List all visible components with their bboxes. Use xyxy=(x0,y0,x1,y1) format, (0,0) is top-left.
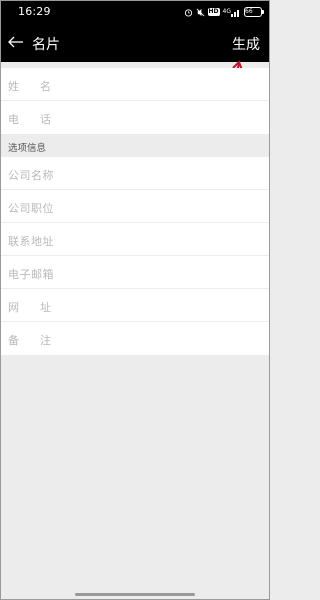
page-title: 名片 xyxy=(32,37,60,53)
signal-icon: 4G xyxy=(223,8,241,17)
notes-label: 备注 xyxy=(8,334,72,347)
email-field[interactable]: 电子邮箱 xyxy=(0,256,270,289)
phone-field[interactable]: 电话 xyxy=(0,101,270,134)
website-field[interactable]: 网址 xyxy=(0,289,270,322)
optional-section-header: 选项信息 xyxy=(0,136,270,157)
generate-button[interactable]: 生成 xyxy=(232,34,260,54)
company-position-label: 公司职位 xyxy=(8,202,54,215)
network-label: 4G xyxy=(222,8,231,15)
name-field-label: 姓名 xyxy=(8,80,72,93)
section-title: 选项信息 xyxy=(8,143,47,154)
email-label: 电子邮箱 xyxy=(8,268,54,281)
title-bar: 名片 生成 xyxy=(0,24,270,62)
status-bar: 16:29 HD 4G 66 xyxy=(0,0,270,24)
notes-field[interactable]: 备注 xyxy=(0,322,270,355)
company-name-field[interactable]: 公司名称 xyxy=(0,157,270,190)
status-icons: HD 4G 66 xyxy=(184,5,264,19)
name-field[interactable]: 姓名 xyxy=(0,68,270,101)
contact-address-field[interactable]: 联系地址 xyxy=(0,223,270,256)
back-arrow-icon xyxy=(8,36,23,48)
navigation-handle[interactable] xyxy=(75,593,195,596)
mute-icon xyxy=(196,8,205,17)
hd-icon: HD xyxy=(207,8,220,16)
phone-field-label: 电话 xyxy=(8,113,72,126)
company-name-label: 公司名称 xyxy=(8,169,54,182)
back-button[interactable] xyxy=(7,33,25,51)
website-label: 网址 xyxy=(8,301,72,314)
contact-address-label: 联系地址 xyxy=(8,235,54,248)
alarm-icon xyxy=(184,8,193,17)
status-time: 16:29 xyxy=(18,5,51,18)
company-position-field[interactable]: 公司职位 xyxy=(0,190,270,223)
battery-icon: 66 xyxy=(244,7,264,17)
